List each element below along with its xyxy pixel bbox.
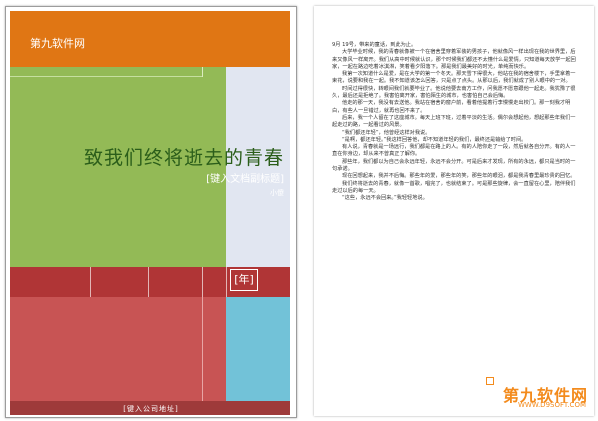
year-row-cell: [90, 267, 149, 297]
paragraph: 有人说，青春就是一场远行，我们都是在路上的人。有的人陪你走了一段，然后就各自分开…: [332, 144, 576, 158]
paragraph: 那些年，我们都以为自己会永远年轻，永远不会分开。可是后来才发现，所有的永远，都只…: [332, 158, 576, 173]
year-field[interactable]: [年]: [230, 269, 258, 291]
year-row-cell: [10, 267, 91, 297]
title-panel-top-strip: [10, 67, 206, 77]
year-row-cell: [202, 267, 227, 297]
document-title[interactable]: 致我们终将逝去的青春: [14, 143, 296, 170]
cover-page: 第九软件网 致我们终将逝去的青春 [键入文档副标题] 小傻 [年] [键入公司地…: [5, 6, 297, 418]
bottom-left-panel: [10, 297, 226, 401]
paragraph: 现在回想起来，我并不后悔。那些年的爱，那些年的笑，那些年的眼泪，都是我青春里最珍…: [342, 173, 576, 180]
bottom-gap-panel: [202, 297, 227, 401]
company-address-field[interactable]: [键入公司地址]: [6, 404, 296, 414]
title-panel-corner: [202, 67, 227, 77]
paragraph: 后来，我一个人留在了这座城市。每天上班下班，过着平淡的生活。偶尔会想起他，想起那…: [332, 114, 576, 129]
paragraph: “我们都还年轻”，他曾经这样对我说。: [342, 129, 431, 136]
paragraph: 我们终将逝去的青春，就像一首歌，唱完了，也就结束了。可是那些旋律，会一直留在心里…: [332, 180, 576, 194]
body-page: 9月 19号，带来的童话，到此为止。 大学毕业时候，我的青春就像被一个在宿舍里穿…: [314, 6, 594, 416]
paragraph: 大学毕业时候，我的青春就像被一个在宿舍里穿着军装的男孩子，他就像风一样出现在我的…: [332, 49, 576, 70]
year-row-cell: [148, 267, 203, 297]
document-subtitle[interactable]: [键入文档副标题]: [206, 170, 284, 185]
paragraph: 我第一次知道什么是爱，是在大学的第一个冬天。那天雪下得很大，他站在我的宿舍楼下，…: [332, 71, 576, 85]
paragraph: 时间过得很快，转眼间我们就要毕业了。他说他要去南方工作，问我愿不愿意跟他一起走。…: [332, 85, 576, 100]
paragraph: 他走的那一天，我没有去送他。我站在宿舍的窗户前，看着他提着行李慢慢走出校门。那一…: [332, 100, 571, 114]
site-name[interactable]: 第九软件网: [30, 35, 85, 51]
watermark-url: WWW.D9SOFT.COM: [518, 401, 586, 409]
body-text[interactable]: 9月 19号，带来的童话，到此为止。 大学毕业时候，我的青春就像被一个在宿舍里穿…: [332, 42, 580, 203]
paragraph: “这些，永远不会回来。”我轻轻地说。: [342, 195, 428, 202]
watermark-logo-icon: [486, 377, 494, 385]
document-author[interactable]: 小傻: [270, 188, 284, 198]
bottom-right-panel: [226, 297, 290, 401]
